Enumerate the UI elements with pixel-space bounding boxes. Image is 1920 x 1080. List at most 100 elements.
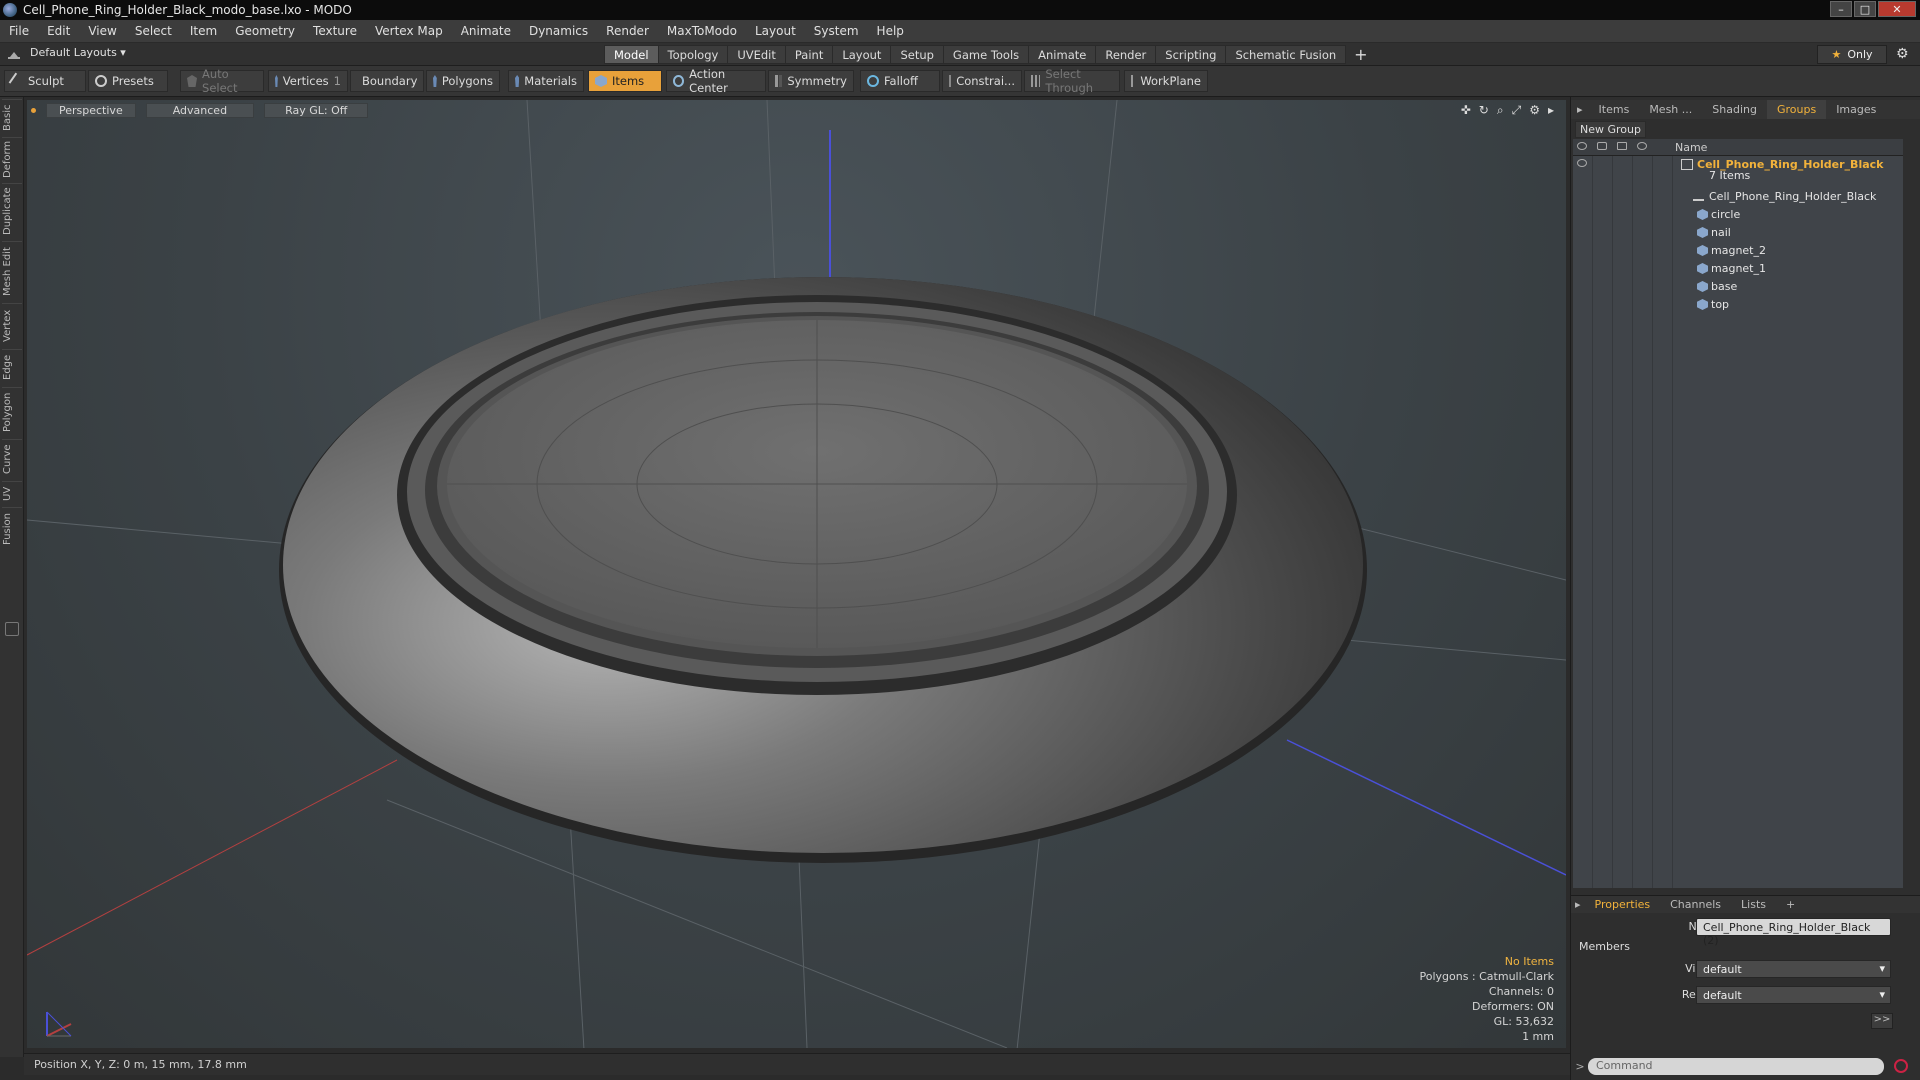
new-group-button[interactable]: New Group bbox=[1575, 121, 1646, 138]
name-field[interactable]: Cell_Phone_Ring_Holder_Black (2) bbox=[1696, 918, 1891, 947]
tab-images[interactable]: Images bbox=[1826, 103, 1886, 116]
close-button[interactable]: ✕ bbox=[1878, 1, 1916, 17]
tab-paint[interactable]: Paint bbox=[784, 45, 834, 64]
menu-item[interactable]: Item bbox=[181, 24, 226, 38]
3d-viewport[interactable]: Perspective Advanced Ray GL: Off ✜ ↻ ⌕ ⤢… bbox=[27, 100, 1566, 1048]
boundary-button[interactable]: Boundary bbox=[350, 70, 424, 92]
menu-help[interactable]: Help bbox=[868, 24, 913, 38]
tab-render[interactable]: Render bbox=[1095, 45, 1157, 64]
vtab-deform[interactable]: Deform bbox=[2, 137, 22, 181]
tab-animate[interactable]: Animate bbox=[1028, 45, 1097, 64]
symmetry-button[interactable]: Symmetry bbox=[768, 70, 854, 92]
workplane-button[interactable]: WorkPlane bbox=[1124, 70, 1208, 92]
list-item[interactable]: magnet_1 bbox=[1573, 260, 1903, 278]
list-item[interactable]: base bbox=[1573, 278, 1903, 296]
command-input[interactable]: Command bbox=[1588, 1057, 1884, 1075]
menu-edit[interactable]: Edit bbox=[38, 24, 79, 38]
tab-channels[interactable]: Channels bbox=[1660, 898, 1731, 911]
tab-items[interactable]: Items bbox=[1589, 103, 1640, 116]
tab-shading[interactable]: Shading bbox=[1702, 103, 1767, 116]
tab-topology[interactable]: Topology bbox=[657, 45, 729, 64]
name-column-header[interactable]: Name bbox=[1675, 141, 1707, 154]
select-through-button[interactable]: Select Through bbox=[1024, 67, 1120, 95]
raygl-button[interactable]: Ray GL: Off bbox=[264, 102, 369, 118]
menu-system[interactable]: System bbox=[805, 24, 868, 38]
more-button[interactable]: >> bbox=[1871, 1013, 1893, 1029]
collapse-panel-button[interactable] bbox=[5, 622, 19, 636]
falloff-button[interactable]: Falloff bbox=[860, 70, 940, 92]
tab-lists[interactable]: Lists bbox=[1731, 898, 1776, 911]
tab-model[interactable]: Model bbox=[604, 45, 659, 64]
menu-texture[interactable]: Texture bbox=[304, 24, 366, 38]
menu-vertex-map[interactable]: Vertex Map bbox=[366, 24, 452, 38]
eye-icon[interactable] bbox=[1577, 159, 1587, 167]
presets-button[interactable]: Presets bbox=[88, 70, 168, 92]
tab-game-tools[interactable]: Game Tools bbox=[942, 45, 1030, 64]
vtab-uv[interactable]: UV bbox=[2, 481, 22, 505]
rotate-icon[interactable]: ↻ bbox=[1479, 103, 1489, 118]
vtab-duplicate[interactable]: Duplicate bbox=[2, 183, 22, 239]
zoom-icon[interactable]: ⌕ bbox=[1497, 103, 1504, 118]
vtab-fusion[interactable]: Fusion bbox=[2, 507, 22, 551]
sculpt-button[interactable]: Sculpt bbox=[4, 70, 86, 92]
tab-properties[interactable]: Properties bbox=[1585, 898, 1661, 911]
add-tab-button[interactable]: + bbox=[1345, 45, 1376, 64]
viewport-scene[interactable] bbox=[27, 100, 1566, 1048]
action-center-button[interactable]: Action Center bbox=[666, 67, 766, 95]
minimize-button[interactable]: – bbox=[1830, 1, 1852, 17]
record-icon[interactable] bbox=[1894, 1059, 1908, 1073]
render-dropdown[interactable]: default ▾ bbox=[1696, 986, 1891, 1004]
menu-view[interactable]: View bbox=[79, 24, 125, 38]
ring-holder-model[interactable] bbox=[279, 277, 1367, 863]
list-item[interactable]: magnet_2 bbox=[1573, 242, 1903, 260]
advanced-button[interactable]: Advanced bbox=[145, 102, 255, 118]
expand-arrow-icon[interactable]: ▸ bbox=[1548, 103, 1554, 118]
menu-layout[interactable]: Layout bbox=[746, 24, 805, 38]
tab-layout[interactable]: Layout bbox=[832, 45, 892, 64]
vtab-mesh-edit[interactable]: Mesh Edit bbox=[2, 241, 22, 301]
pan-icon[interactable]: ✜ bbox=[1461, 103, 1471, 118]
render-column-icon[interactable] bbox=[1597, 142, 1607, 150]
properties-menu-icon[interactable]: ▸ bbox=[1571, 898, 1585, 911]
materials-button[interactable]: Materials bbox=[508, 70, 584, 92]
maximize-button[interactable]: □ bbox=[1854, 1, 1876, 17]
menu-file[interactable]: File bbox=[0, 24, 38, 38]
select-column-icon[interactable] bbox=[1637, 142, 1647, 150]
polygons-button[interactable]: Polygons bbox=[426, 70, 500, 92]
menu-maxtomodo[interactable]: MaxToModo bbox=[658, 24, 746, 38]
list-item[interactable]: top bbox=[1573, 296, 1903, 314]
tab-uvedit[interactable]: UVEdit bbox=[727, 45, 786, 64]
vtab-vertex[interactable]: Vertex bbox=[2, 303, 22, 347]
vtab-basic[interactable]: Basic bbox=[2, 99, 22, 135]
items-button[interactable]: Items bbox=[588, 70, 662, 92]
list-item[interactable]: circle bbox=[1573, 206, 1903, 224]
tab-groups[interactable]: Groups bbox=[1766, 100, 1827, 119]
vtab-curve[interactable]: Curve bbox=[2, 439, 22, 479]
auto-select-button[interactable]: Auto Select bbox=[180, 67, 264, 95]
lock-column-icon[interactable] bbox=[1617, 142, 1627, 150]
eject-icon[interactable] bbox=[8, 47, 20, 59]
visible-dropdown[interactable]: default ▾ bbox=[1696, 960, 1891, 978]
gear-icon[interactable]: ⚙ bbox=[1896, 46, 1909, 62]
list-item[interactable]: Cell_Phone_Ring_Holder_Black bbox=[1573, 188, 1903, 206]
perspective-button[interactable]: Perspective bbox=[46, 102, 136, 118]
vertices-button[interactable]: Vertices 1 bbox=[268, 70, 348, 92]
add-properties-tab-button[interactable]: + bbox=[1776, 898, 1805, 911]
layout-selector[interactable]: Default Layouts ▾ bbox=[8, 46, 126, 59]
tab-setup[interactable]: Setup bbox=[890, 45, 944, 64]
tab-mesh[interactable]: Mesh ... bbox=[1639, 103, 1702, 116]
menu-dynamics[interactable]: Dynamics bbox=[520, 24, 597, 38]
members-section[interactable]: Members bbox=[1579, 940, 1630, 953]
vtab-edge[interactable]: Edge bbox=[2, 349, 22, 385]
only-button[interactable]: ★ Only bbox=[1817, 45, 1887, 64]
list-item[interactable]: nail bbox=[1573, 224, 1903, 242]
constrain-button[interactable]: Constrai... bbox=[942, 70, 1022, 92]
visibility-column-icon[interactable] bbox=[1577, 142, 1587, 150]
menu-geometry[interactable]: Geometry bbox=[226, 24, 304, 38]
vtab-polygon[interactable]: Polygon bbox=[2, 387, 22, 437]
panel-menu-icon[interactable]: ▸ bbox=[1571, 103, 1589, 116]
maximize-icon[interactable]: ⤢ bbox=[1512, 103, 1522, 118]
tab-schematic-fusion[interactable]: Schematic Fusion bbox=[1225, 45, 1347, 64]
viewport-gear-icon[interactable]: ⚙ bbox=[1529, 103, 1540, 118]
menu-select[interactable]: Select bbox=[126, 24, 181, 38]
